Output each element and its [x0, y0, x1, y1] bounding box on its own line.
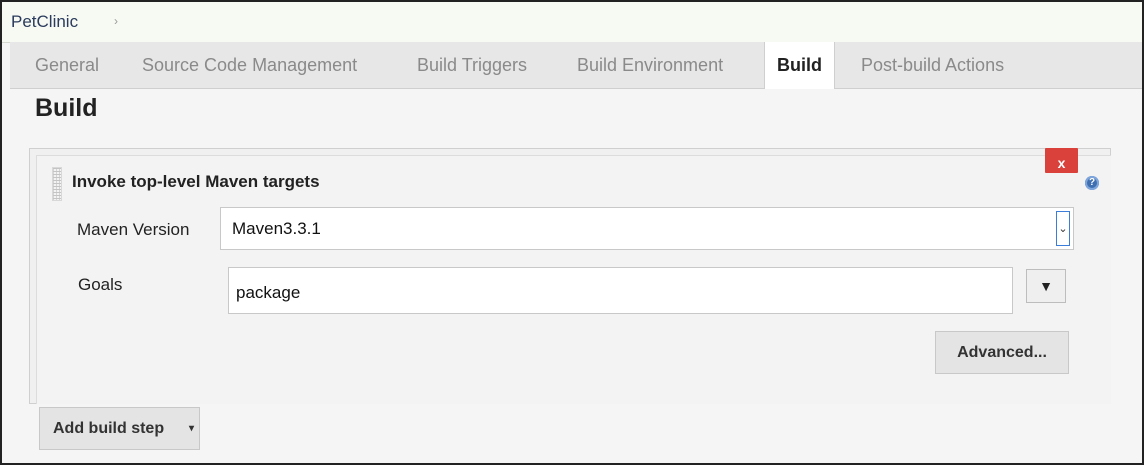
tab-build-environment[interactable]: Build Environment [577, 42, 723, 88]
expand-textarea-button[interactable]: ▼ [1026, 269, 1066, 303]
job-config-frame: PetClinic › General Source Code Manageme… [0, 0, 1144, 465]
maven-version-select[interactable]: Maven3.3.1 ⌄ [220, 207, 1074, 250]
add-build-step-button[interactable]: Add build step ▾ [39, 407, 200, 450]
tab-build[interactable]: Build [764, 42, 835, 89]
delete-step-button[interactable]: x [1045, 148, 1078, 173]
section-title: Build [35, 94, 98, 122]
tab-source-code-management[interactable]: Source Code Management [142, 42, 357, 88]
maven-version-value: Maven3.3.1 [232, 219, 321, 238]
advanced-button[interactable]: Advanced... [935, 331, 1069, 374]
tab-build-triggers[interactable]: Build Triggers [417, 42, 527, 88]
caret-down-icon: ▾ [189, 423, 195, 434]
breadcrumb-bar: PetClinic › [2, 2, 1142, 43]
build-step-title: Invoke top-level Maven targets [72, 172, 320, 191]
goals-label: Goals [78, 275, 123, 294]
breadcrumb-chevron-icon[interactable]: › [114, 14, 118, 28]
breadcrumb-petclinic[interactable]: PetClinic [11, 12, 78, 32]
drag-handle-icon[interactable] [52, 167, 62, 201]
tab-general[interactable]: General [35, 42, 99, 88]
tab-post-build-actions[interactable]: Post-build Actions [861, 42, 1004, 88]
maven-version-label: Maven Version [77, 220, 190, 239]
config-tabs: General Source Code Management Build Tri… [10, 42, 1142, 89]
goals-input[interactable]: package [228, 267, 1013, 314]
chevron-down-icon[interactable]: ⌄ [1056, 211, 1070, 246]
help-icon[interactable]: ? [1085, 176, 1099, 190]
add-build-step-label: Add build step [53, 420, 165, 437]
